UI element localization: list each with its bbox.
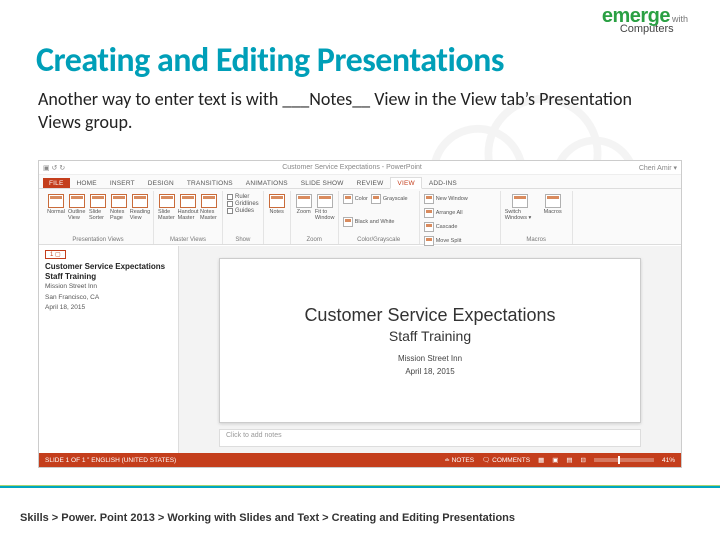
- btn-switch-windows[interactable]: Switch Windows ▾: [505, 194, 535, 221]
- group-show: Ruler Gridlines Guides Show: [223, 191, 264, 244]
- btn-normal[interactable]: Normal: [47, 194, 65, 215]
- group-label-zoom: Zoom: [307, 237, 322, 243]
- btn-reading-view[interactable]: Reading View: [131, 194, 149, 221]
- tab-design[interactable]: DESIGN: [142, 178, 180, 188]
- btn-new-window[interactable]: New Window: [424, 194, 468, 205]
- pp-status-bar: SLIDE 1 OF 1 ‟ ENGLISH (UNITED STATES) ≐…: [39, 453, 681, 467]
- chk-ruler[interactable]: Ruler: [227, 194, 249, 200]
- group-master-views: Slide Master Handout Master Notes Master…: [154, 191, 223, 244]
- outline-title: Customer Service Expectations Staff Trai…: [45, 262, 172, 281]
- chk-gridlines[interactable]: Gridlines: [227, 201, 259, 207]
- status-left: SLIDE 1 OF 1 ‟ ENGLISH (UNITED STATES): [45, 457, 176, 464]
- zoom-slider[interactable]: [594, 458, 654, 462]
- outline-line3: April 18, 2015: [45, 304, 172, 312]
- pp-notes-pane[interactable]: Click to add notes: [219, 429, 641, 447]
- pp-slide-area: Customer Service Expectations Staff Trai…: [179, 246, 681, 453]
- tab-view[interactable]: VIEW: [390, 177, 421, 189]
- group-presentation-views: Normal Outline View Slide Sorter Notes P…: [43, 191, 154, 244]
- powerpoint-screenshot: ▣ ↺ ↻ Customer Service Expectations - Po…: [38, 160, 682, 468]
- btn-notes[interactable]: Notes: [268, 194, 286, 215]
- btn-cascade[interactable]: Cascade: [424, 222, 458, 233]
- btn-grayscale[interactable]: Grayscale: [371, 194, 408, 205]
- tab-insert[interactable]: INSERT: [104, 178, 141, 188]
- btn-fit-window[interactable]: Fit to Window: [316, 194, 334, 221]
- group-window: New Window Arrange All Cascade Move Spli…: [420, 191, 501, 244]
- btn-zoom[interactable]: Zoom: [295, 194, 313, 215]
- slide-subtitle: Staff Training: [389, 328, 471, 344]
- group-zoom: Zoom Fit to Window Zoom: [291, 191, 339, 244]
- outline-slide-number: 1 ▢: [45, 250, 66, 259]
- pp-ribbon-tabs: FILE HOME INSERT DESIGN TRANSITIONS ANIM…: [39, 175, 681, 189]
- tab-review[interactable]: REVIEW: [351, 178, 390, 188]
- btn-arrange-all[interactable]: Arrange All: [424, 208, 463, 219]
- slide-line2: April 18, 2015: [405, 367, 454, 376]
- group-color: Color Grayscale Black and White Color/Gr…: [339, 191, 420, 244]
- status-view-normal-icon[interactable]: ▦: [538, 456, 544, 464]
- btn-bw[interactable]: Black and White: [343, 217, 395, 228]
- pp-signin: Cheri Amir ▾: [639, 164, 677, 172]
- status-view-slideshow-icon[interactable]: ⊟: [581, 456, 586, 464]
- btn-notes-master[interactable]: Notes Master: [200, 194, 218, 221]
- group-notes-btn: Notes: [264, 191, 291, 244]
- btn-color[interactable]: Color: [343, 194, 368, 205]
- group-label-pv: Presentation Views: [72, 237, 123, 243]
- btn-handout-master[interactable]: Handout Master: [179, 194, 197, 221]
- body-text: Another way to enter text is with ___Not…: [38, 88, 678, 135]
- chk-guides[interactable]: Guides: [227, 208, 254, 214]
- tab-home[interactable]: HOME: [71, 178, 103, 188]
- group-label-color: Color/Grayscale: [357, 237, 400, 243]
- btn-outline-view[interactable]: Outline View: [68, 194, 86, 221]
- group-label-mv: Master Views: [170, 237, 206, 243]
- tab-animations[interactable]: ANIMATIONS: [240, 178, 294, 188]
- tab-slideshow[interactable]: SLIDE SHOW: [295, 178, 350, 188]
- zoom-level[interactable]: 41%: [662, 457, 675, 464]
- page-title: Creating and Editing Presentations: [36, 40, 504, 81]
- tab-addins[interactable]: ADD-INS: [423, 178, 463, 188]
- brand-logo: emergewith Computers: [602, 6, 688, 35]
- group-label-show: Show: [235, 237, 250, 243]
- outline-line1: Mission Street Inn: [45, 283, 172, 291]
- slide-title: Customer Service Expectations: [304, 305, 555, 326]
- group-label-macros: Macros: [526, 237, 546, 243]
- pp-slide[interactable]: Customer Service Expectations Staff Trai…: [219, 258, 641, 423]
- logo-sub: Computers: [620, 24, 688, 35]
- breadcrumb: Skills > Power. Point 2013 > Working wit…: [20, 512, 515, 524]
- status-view-sorter-icon[interactable]: ▣: [552, 456, 558, 464]
- btn-slide-master[interactable]: Slide Master: [158, 194, 176, 221]
- pp-ribbon: Normal Outline View Slide Sorter Notes P…: [39, 189, 681, 245]
- btn-macros[interactable]: Macros: [538, 194, 568, 215]
- group-macros: Switch Windows ▾ Macros Macros: [501, 191, 573, 244]
- pp-outline-pane[interactable]: 1 ▢ Customer Service Expectations Staff …: [39, 246, 179, 453]
- footer-divider: [0, 485, 720, 488]
- logo-with: with: [672, 14, 688, 24]
- slide-line1: Mission Street Inn: [398, 354, 462, 363]
- status-notes[interactable]: ≐ NOTES: [444, 456, 474, 464]
- btn-slide-sorter[interactable]: Slide Sorter: [89, 194, 107, 221]
- tab-file[interactable]: FILE: [43, 178, 70, 188]
- pp-workspace: 1 ▢ Customer Service Expectations Staff …: [39, 246, 681, 453]
- pp-quickaccess: ▣ ↺ ↻: [43, 164, 65, 172]
- pp-window-title: Customer Service Expectations - PowerPoi…: [65, 164, 639, 171]
- pp-titlebar: ▣ ↺ ↻ Customer Service Expectations - Po…: [39, 161, 681, 175]
- btn-notes-page[interactable]: Notes Page: [110, 194, 128, 221]
- tab-transitions[interactable]: TRANSITIONS: [181, 178, 239, 188]
- status-view-reading-icon[interactable]: ▤: [566, 456, 572, 464]
- outline-line2: San Francisco, CA: [45, 294, 172, 302]
- status-comments[interactable]: 🗨 COMMENTS: [482, 456, 530, 464]
